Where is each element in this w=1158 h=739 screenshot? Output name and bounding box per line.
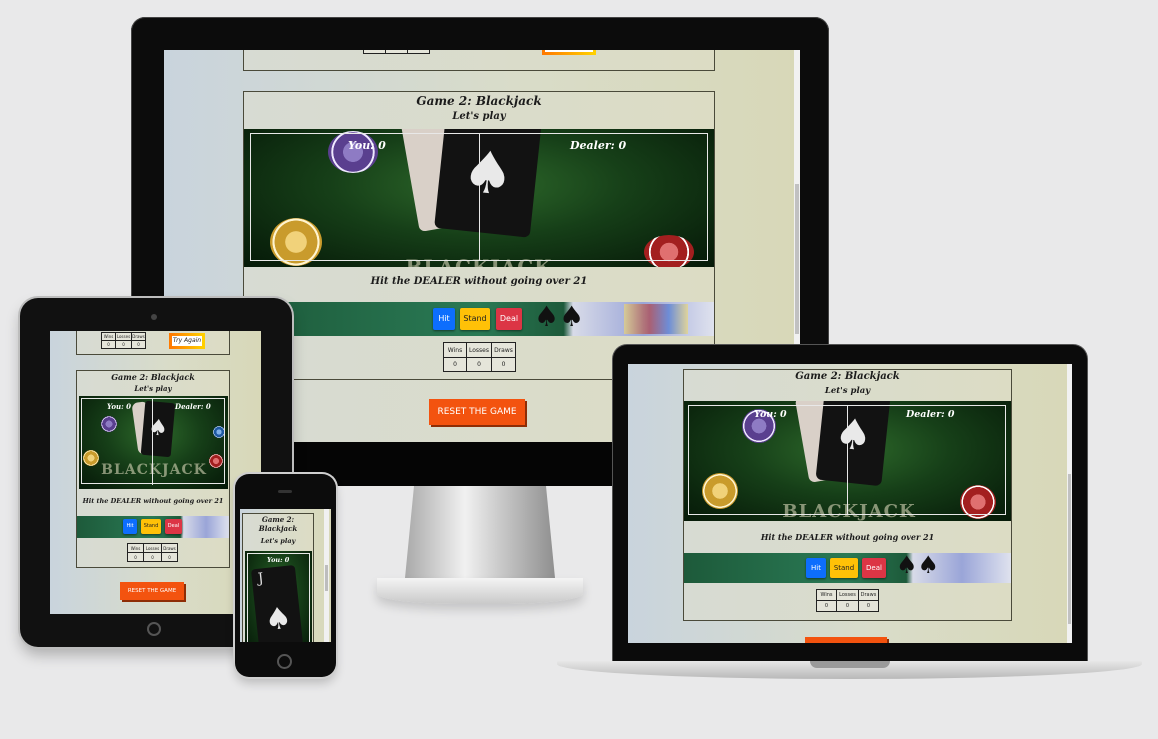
laptop-screen: Game 2: Blackjack Let's play ♠ BLACKJACK… xyxy=(628,364,1072,643)
laptop-blackjack-game-box: Game 2: Blackjack Let's play ♠ BLACKJACK… xyxy=(683,369,1012,621)
game-subtitle: Let's play xyxy=(824,386,871,396)
spade-cards-icon: ♠♠ xyxy=(534,302,585,333)
wins-header: Wins xyxy=(101,332,116,341)
deal-button[interactable]: Deal xyxy=(862,558,886,578)
blackjack-table: ♠ BLACKJACK You: 0 Dealer: 0 xyxy=(79,396,228,489)
draws-header: Draws xyxy=(131,332,146,341)
score-frame xyxy=(247,553,310,642)
previous-stats-table: 000 xyxy=(363,50,430,54)
draws-value: 0 xyxy=(491,357,516,372)
previous-game-box: 000 Try Again xyxy=(243,50,715,71)
draws-header: Draws xyxy=(161,543,178,553)
game-title: Game 2: Blackjack xyxy=(795,371,900,382)
scrollbar[interactable] xyxy=(1067,364,1072,643)
stand-button[interactable]: Stand xyxy=(460,308,490,330)
hit-button[interactable]: Hit xyxy=(433,308,455,330)
wins-value: 0 xyxy=(101,340,116,349)
stats-table: Wins Losses Draws 000 xyxy=(816,589,879,612)
reset-game-button[interactable] xyxy=(805,637,887,643)
game-subtitle: Let's play xyxy=(260,537,296,545)
stats-table: Wins Losses Draws 0 0 0 xyxy=(443,342,516,372)
game-instructions: Hit the DEALER without going over 21 xyxy=(82,497,224,505)
try-again-button[interactable]: Try Again xyxy=(542,50,596,55)
blackjack-game-box: Game 2: Blackjack Let's play ♠ BLACKJACK… xyxy=(243,91,715,380)
reset-game-button[interactable]: RESET THE GAME xyxy=(429,399,525,425)
player-score: You: 0 xyxy=(348,139,386,152)
blackjack-table: J ♠ You: 0 xyxy=(245,551,312,642)
losses-header: Losses xyxy=(466,342,492,358)
stand-button[interactable]: Stand xyxy=(830,558,858,578)
score-divider xyxy=(479,133,480,261)
wins-value: 0 xyxy=(127,552,144,562)
phone-home-button[interactable] xyxy=(277,654,292,669)
tablet-screen: Wins Losses Draws 000 Try Again Game 2: Bl… xyxy=(50,331,261,614)
controls-strip: Hit Stand Deal ♠♠ xyxy=(684,553,1011,583)
king-card-icon xyxy=(624,304,688,334)
losses-header: Losses xyxy=(143,543,162,553)
spade-cards-icon: ♠♠ xyxy=(896,553,940,579)
blackjack-table: ♠ BLACKJACK You: 0 Dealer: 0 xyxy=(244,129,714,267)
scrollbar[interactable] xyxy=(324,509,329,642)
draws-value: 0 xyxy=(858,600,879,612)
draws-header: Draws xyxy=(491,342,516,358)
losses-value: 0 xyxy=(115,340,132,349)
dealer-score: Dealer: 0 xyxy=(906,409,955,420)
tablet-previous-stats: Wins Losses Draws 000 xyxy=(101,332,146,349)
reset-game-button[interactable]: RESET THE GAME xyxy=(120,582,184,600)
player-score: You: 0 xyxy=(754,409,787,420)
draws-value: 0 xyxy=(131,340,146,349)
wins-header: Wins xyxy=(816,589,837,601)
losses-header: Losses xyxy=(115,332,132,341)
tablet-previous-game-box: Wins Losses Draws 000 Try Again xyxy=(76,331,230,355)
try-again-button[interactable]: Try Again xyxy=(169,333,205,349)
draws-header: Draws xyxy=(858,589,879,601)
game-title: Game 2: Blackjack xyxy=(416,94,542,108)
game-instructions: Hit the DEALER without going over 21 xyxy=(370,276,588,287)
game-subtitle: Let's play xyxy=(452,111,506,122)
game-title: Game 2: Blackjack xyxy=(111,372,195,382)
score-divider xyxy=(152,398,153,485)
wins-header: Wins xyxy=(127,543,144,553)
game-instructions: Hit the DEALER without going over 21 xyxy=(760,532,935,542)
losses-value: 0 xyxy=(466,357,492,372)
stand-button[interactable]: Stand xyxy=(141,519,161,534)
blackjack-table: ♠ BLACKJACK You: 0 Dealer: 0 xyxy=(684,401,1011,521)
player-score: You: 0 xyxy=(107,402,132,411)
dealer-score: Dealer: 0 xyxy=(570,139,627,152)
game-subtitle: Let's play xyxy=(134,384,172,393)
hit-button[interactable]: Hit xyxy=(806,558,826,578)
game-title: Game 2: Blackjack xyxy=(258,515,298,533)
losses-value: 0 xyxy=(143,552,162,562)
hit-button[interactable]: Hit xyxy=(123,519,137,534)
losses-value: 0 xyxy=(836,600,859,612)
wins-header: Wins xyxy=(443,342,467,358)
deal-button[interactable]: Deal xyxy=(496,308,522,330)
losses-header: Losses xyxy=(836,589,859,601)
deal-button[interactable]: Deal xyxy=(165,519,182,534)
controls-strip: Hit Stand Deal ♠♠ xyxy=(244,302,714,336)
score-divider xyxy=(847,405,848,515)
phone-screen: Game 2: Blackjack Let's play J ♠ You: 0 xyxy=(240,509,331,642)
tablet-home-button[interactable] xyxy=(147,622,161,636)
wins-value: 0 xyxy=(816,600,837,612)
draws-value: 0 xyxy=(161,552,178,562)
wins-value: 0 xyxy=(443,357,467,372)
tablet-blackjack-game-box: Game 2: Blackjack Let's play ♠ BLACKJACK… xyxy=(76,370,230,568)
dealer-score: Dealer: 0 xyxy=(175,402,211,411)
player-score: You: 0 xyxy=(267,556,290,564)
controls-strip: Hit Stand Deal xyxy=(77,516,229,538)
phone-blackjack-game-box: Game 2: Blackjack Let's play J ♠ You: 0 xyxy=(242,513,314,642)
stats-table: Wins Losses Draws 000 xyxy=(127,543,178,562)
